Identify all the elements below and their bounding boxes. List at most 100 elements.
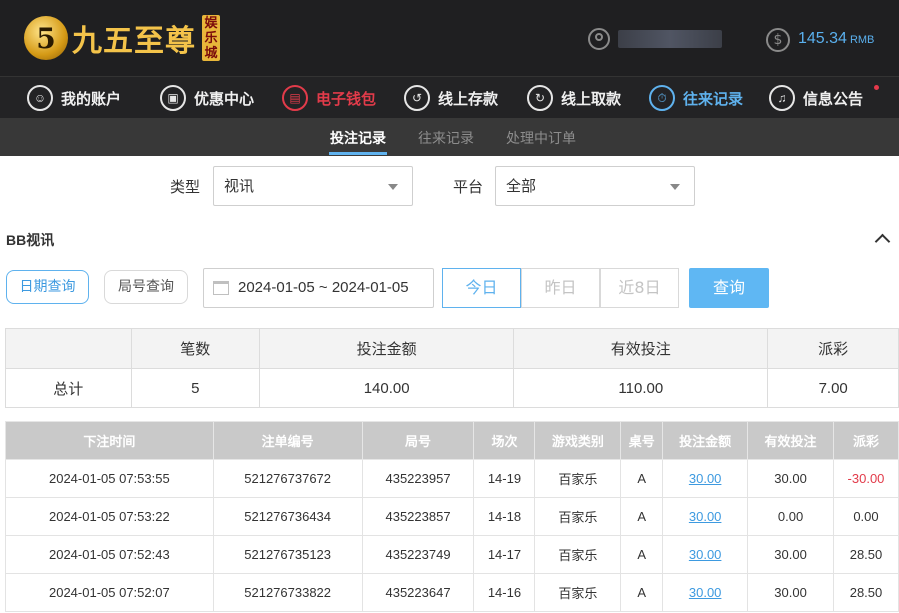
bet-id-cell: 521276733822 bbox=[212, 573, 363, 612]
date-query-button[interactable]: 日期查询 bbox=[6, 270, 89, 304]
bet-time-cell: 2024-01-05 07:53:55 bbox=[5, 459, 214, 498]
nav-item-account[interactable]: ☺ 我的账户 bbox=[27, 82, 121, 114]
payout-cell: 28.50 bbox=[832, 573, 899, 612]
summary-cell: 7.00 bbox=[767, 368, 899, 408]
bet-detail-table: 下注时间 注单编号 局号 场次 游戏类别 桌号 投注金额 有效投注 派彩 202… bbox=[5, 421, 899, 612]
balance-unit: RMB bbox=[849, 34, 875, 46]
wallet-icon: ▤ bbox=[282, 85, 308, 111]
session-cell: 14-17 bbox=[473, 535, 536, 574]
summary-header-cell bbox=[5, 328, 132, 369]
column-header: 桌号 bbox=[620, 421, 664, 460]
valid-bet-cell: 30.00 bbox=[747, 459, 834, 498]
session-cell: 14-18 bbox=[473, 497, 536, 536]
nav-item-promotions[interactable]: ▣ 优惠中心 bbox=[160, 82, 254, 114]
nav-label: 线上取款 bbox=[561, 90, 622, 108]
bet-amount-link[interactable]: 30.00 bbox=[662, 459, 749, 498]
bet-amount-link[interactable]: 30.00 bbox=[662, 535, 749, 574]
summary-total-row: 总计 5 140.00 110.00 7.00 bbox=[5, 368, 899, 408]
summary-cell: 110.00 bbox=[513, 368, 769, 408]
type-select[interactable]: 视讯 bbox=[213, 166, 413, 206]
bet-time-cell: 2024-01-05 07:52:07 bbox=[5, 573, 214, 612]
bet-amount-link[interactable]: 30.00 bbox=[662, 573, 749, 612]
round-query-button[interactable]: 局号查询 bbox=[104, 270, 188, 304]
quick-yesterday-button[interactable]: 昨日 bbox=[521, 268, 600, 308]
tab-pending-orders[interactable]: 处理中订单 bbox=[506, 128, 576, 148]
date-range-input[interactable]: 2024-01-05 ~ 2024-01-05 bbox=[203, 268, 434, 308]
nav-item-withdraw[interactable]: ↻ 线上取款 bbox=[527, 82, 621, 114]
bell-icon: ♫ bbox=[769, 85, 795, 111]
tab-transactions[interactable]: 往来记录 bbox=[418, 128, 474, 148]
summary-cell: 140.00 bbox=[259, 368, 515, 408]
section-title: BB视讯 bbox=[6, 232, 55, 248]
column-header: 有效投注 bbox=[747, 421, 834, 460]
logo-tag: 娱乐城 bbox=[202, 15, 220, 61]
bet-id-cell: 521276735123 bbox=[212, 535, 363, 574]
column-header: 下注时间 bbox=[5, 421, 214, 460]
session-cell: 14-19 bbox=[473, 459, 536, 498]
nav-item-records[interactable]: ⏱ 往来记录 bbox=[649, 82, 743, 114]
game-type-cell: 百家乐 bbox=[534, 459, 622, 498]
nav-label: 线上存款 bbox=[438, 90, 499, 108]
deposit-icon: ↺ bbox=[404, 85, 430, 111]
summary-cell: 总计 bbox=[5, 368, 132, 408]
gift-icon: ▣ bbox=[160, 85, 186, 111]
nav-item-deposit[interactable]: ↺ 线上存款 bbox=[404, 82, 498, 114]
chevron-up-icon[interactable] bbox=[875, 231, 889, 245]
nav-label: 我的账户 bbox=[61, 90, 122, 108]
column-header: 投注金额 bbox=[662, 421, 749, 460]
summary-table: 笔数 投注金额 有效投注 派彩 总计 5 140.00 110.00 7.00 bbox=[5, 328, 899, 408]
column-header: 派彩 bbox=[832, 421, 899, 460]
quick-today-button[interactable]: 今日 bbox=[442, 268, 521, 308]
user-icon[interactable] bbox=[588, 28, 610, 50]
type-select-value: 视讯 bbox=[224, 177, 255, 195]
round-cell: 435223647 bbox=[361, 573, 475, 612]
platform-select-value: 全部 bbox=[506, 177, 537, 195]
valid-bet-cell: 30.00 bbox=[747, 573, 834, 612]
bet-id-cell: 521276736434 bbox=[212, 497, 363, 536]
payout-cell: 0.00 bbox=[832, 497, 899, 536]
table-row: 2024-01-05 07:53:55 521276737672 4352239… bbox=[5, 459, 899, 498]
user-icon: ☺ bbox=[27, 85, 53, 111]
type-label: 类型 bbox=[170, 178, 201, 196]
table-row: 2024-01-05 07:53:22 521276736434 4352238… bbox=[5, 497, 899, 536]
active-tab-indicator bbox=[329, 152, 387, 155]
platform-select[interactable]: 全部 bbox=[495, 166, 695, 206]
nav-label: 电子钱包 bbox=[316, 90, 377, 108]
bet-id-cell: 521276737672 bbox=[212, 459, 363, 498]
sub-nav: 投注记录 往来记录 处理中订单 bbox=[0, 118, 899, 156]
username-redacted[interactable] bbox=[618, 30, 722, 48]
query-button[interactable]: 查询 bbox=[689, 268, 769, 308]
logo-badge-icon: 5 bbox=[24, 16, 68, 60]
nav-item-wallet[interactable]: ▤ 电子钱包 bbox=[282, 82, 376, 114]
game-type-cell: 百家乐 bbox=[534, 497, 622, 536]
top-bar: 5 九五至尊 娱乐城 $ 145.34 RMB bbox=[0, 0, 899, 76]
chevron-down-icon bbox=[388, 184, 398, 190]
payout-cell: 28.50 bbox=[832, 535, 899, 574]
nav-label: 优惠中心 bbox=[194, 90, 255, 108]
logo[interactable]: 5 九五至尊 娱乐城 bbox=[24, 12, 220, 64]
bet-time-cell: 2024-01-05 07:52:43 bbox=[5, 535, 214, 574]
withdraw-icon: ↻ bbox=[527, 85, 553, 111]
session-cell: 14-16 bbox=[473, 573, 536, 612]
tab-bet-records[interactable]: 投注记录 bbox=[330, 128, 386, 148]
calendar-icon bbox=[213, 281, 229, 295]
summary-header-row: 笔数 投注金额 有效投注 派彩 bbox=[5, 328, 899, 369]
nav-item-announcements[interactable]: ♫ 信息公告 bbox=[769, 82, 863, 114]
main-nav: ☺ 我的账户 ▣ 优惠中心 ▤ 电子钱包 ↺ 线上存款 ↻ 线上取款 ⏱ 往来记… bbox=[0, 76, 899, 118]
summary-header-cell: 有效投注 bbox=[513, 328, 769, 369]
date-range-value: 2024-01-05 ~ 2024-01-05 bbox=[238, 279, 409, 296]
column-header: 注单编号 bbox=[212, 421, 363, 460]
quick-last8days-button[interactable]: 近8日 bbox=[600, 268, 679, 308]
game-type-cell: 百家乐 bbox=[534, 573, 622, 612]
table-no-cell: A bbox=[620, 459, 664, 498]
logo-text: 九五至尊 bbox=[72, 24, 196, 59]
summary-header-cell: 笔数 bbox=[130, 328, 261, 369]
records-icon: ⏱ bbox=[649, 85, 675, 111]
chevron-down-icon bbox=[670, 184, 680, 190]
notification-dot bbox=[874, 85, 879, 90]
round-cell: 435223957 bbox=[361, 459, 475, 498]
summary-cell: 5 bbox=[130, 368, 261, 408]
bet-amount-link[interactable]: 30.00 bbox=[662, 497, 749, 536]
round-cell: 435223749 bbox=[361, 535, 475, 574]
table-row: 2024-01-05 07:52:07 521276733822 4352236… bbox=[5, 573, 899, 612]
